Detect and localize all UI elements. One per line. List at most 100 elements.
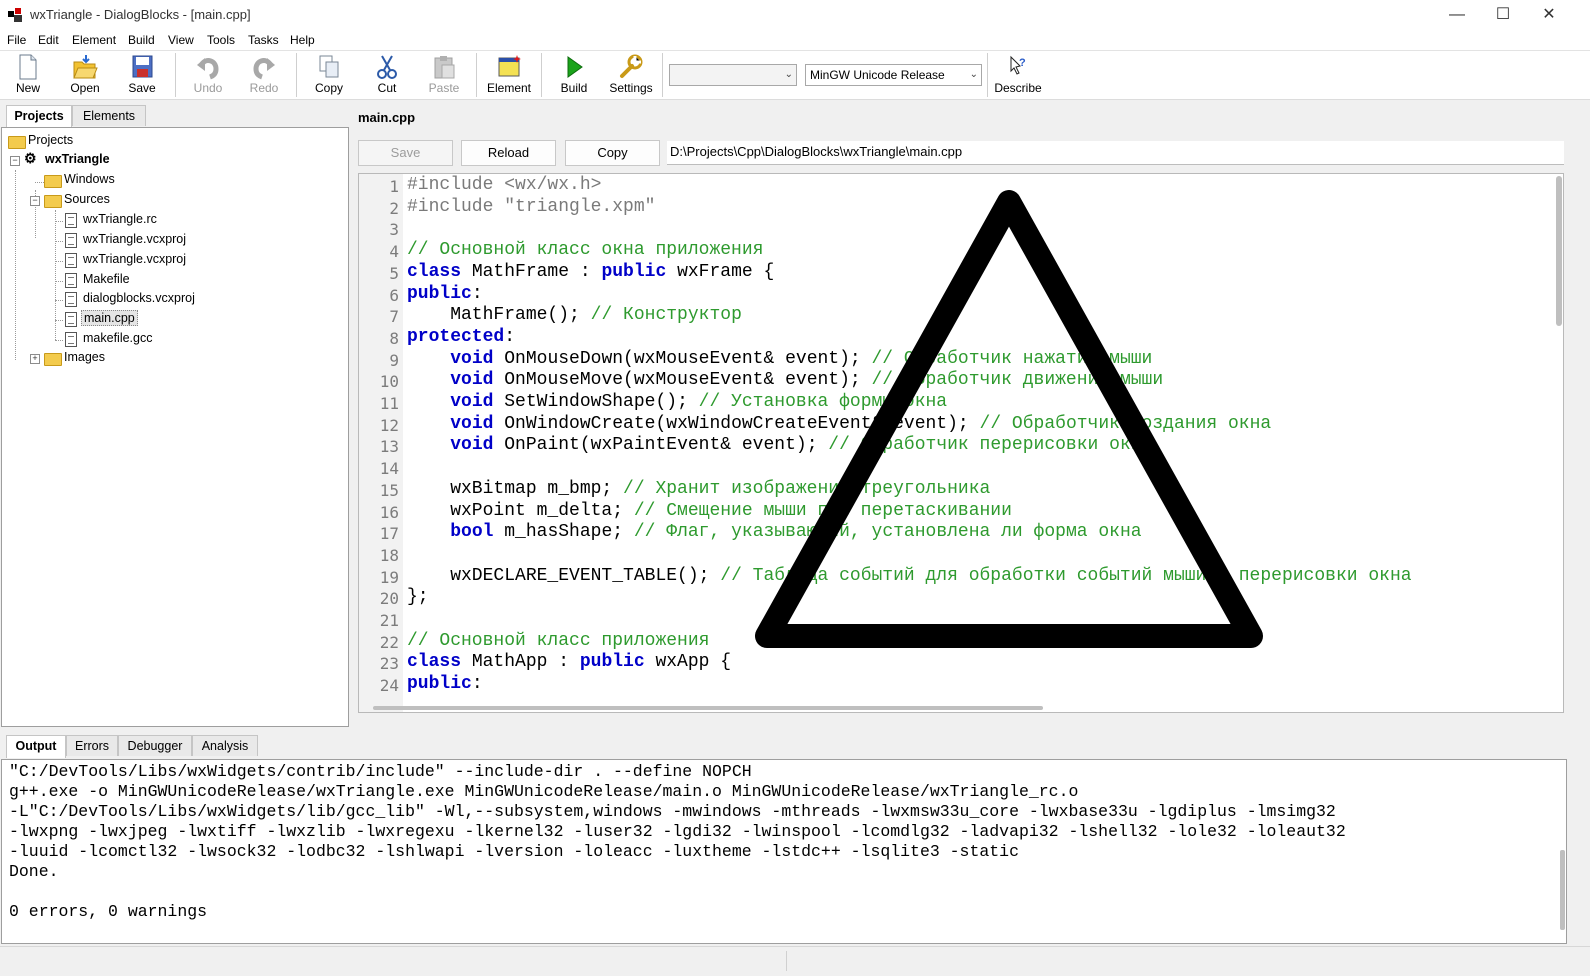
close-icon[interactable]: ✕ [1526,0,1572,30]
app-icon [8,8,22,22]
menu-element[interactable]: Element [72,33,116,47]
describe-button[interactable]: ? Describe [992,51,1044,99]
editor-save-button[interactable]: Save [358,140,453,166]
folder-icon [44,353,62,366]
vertical-scrollbar[interactable] [1560,850,1565,930]
editor-copy-button[interactable]: Copy [565,140,660,166]
scissors-icon [377,55,397,79]
menu-file[interactable]: File [7,33,26,47]
folder-icon [8,136,26,149]
tab-errors[interactable]: Errors [66,735,118,756]
tree-label: makefile.gcc [83,331,153,345]
chevron-down-icon: ⌄ [969,69,978,80]
file-path-field[interactable]: D:\Projects\Cpp\DialogBlocks\wxTriangle\… [667,141,1564,165]
file-icon [65,332,77,347]
redo-button[interactable]: Redo [242,51,286,99]
expand-icon[interactable]: + [30,354,40,364]
gear-icon: ⚙ [24,150,37,166]
paste-icon [434,56,455,79]
file-icon [65,312,77,327]
menu-tools[interactable]: Tools [207,33,235,47]
menu-view[interactable]: View [168,33,194,47]
output-line: -lwxpng -lwxjpeg -lwxtiff -lwxzlib -lwxr… [9,822,1346,841]
undo-label: Undo [193,81,223,95]
redo-icon [253,58,275,80]
output-tabstrip: Output Errors Debugger Analysis [0,735,1590,759]
paste-button[interactable]: Paste [422,51,466,99]
tree-label: wxTriangle.rc [83,212,157,226]
tab-output[interactable]: Output [6,735,66,758]
output-line: "C:/DevTools/Libs/wxWidgets/contrib/incl… [9,762,752,781]
element-label: Element [486,81,532,95]
save-disk-icon [132,55,153,78]
file-icon [65,292,77,307]
maximize-icon[interactable]: ☐ [1480,0,1526,30]
tab-elements[interactable]: Elements [72,105,146,126]
svg-text:?: ? [1019,57,1026,69]
tree-label: Windows [64,172,115,186]
tab-analysis[interactable]: Analysis [192,735,258,756]
save-button[interactable]: Save [120,51,164,99]
open-folder-icon [73,55,98,79]
save-label: Save [128,81,156,95]
wrench-icon [620,54,643,78]
new-file-icon [19,54,37,80]
tree-label: Makefile [83,272,130,286]
build-label: Build [560,81,588,95]
paste-label: Paste [428,81,460,95]
menu-help[interactable]: Help [290,33,315,47]
redo-label: Redo [249,81,279,95]
tree-label: dialogblocks.vcxproj [83,291,195,305]
project-tree: Projects − ⚙ wxTriangle Windows − Source… [1,127,349,727]
window-title: wxTriangle - DialogBlocks - [main.cpp] [30,7,251,22]
open-label: Open [70,81,100,95]
tree-label: main.cpp [81,310,138,326]
status-bar [0,946,1590,976]
open-button[interactable]: Open [63,51,107,99]
editor-reload-button[interactable]: Reload [461,140,556,166]
code-editor[interactable]: 1 2 3 4 5 6 7 8 9 10 11 12 13 14 15 16 17 18 19 20 21 22 23 24 … [358,173,1564,713]
tree-label: Sources [64,192,110,206]
undo-icon [197,58,219,80]
file-icon [65,213,77,228]
triangle-shape [755,190,1263,648]
build-play-icon [567,56,583,78]
output-line: 0 errors, 0 warnings [9,902,208,921]
cut-button[interactable]: Cut [365,51,409,99]
output-panel[interactable]: "C:/DevTools/Libs/wxWidgets/contrib/incl… [1,759,1567,944]
tree-label: wxTriangle.vcxproj [83,252,187,266]
file-icon [65,233,77,248]
tree-label: wxTriangle.vcxproj [83,232,187,246]
file-icon [65,273,77,288]
new-button[interactable]: New [6,51,50,99]
collapse-icon[interactable]: − [10,156,20,166]
build-config-combo[interactable]: MinGW Unicode Release ⌄ [805,64,982,86]
copy-button[interactable]: Copy [307,51,351,99]
tab-debugger[interactable]: Debugger [118,735,192,756]
element-window-icon [498,55,521,77]
folder-icon [44,195,62,208]
output-line: g++.exe -o MinGWUnicodeRelease/wxTriangl… [9,782,1079,801]
configuration-combo[interactable]: ⌄ [669,64,797,86]
cut-label: Cut [377,81,397,95]
collapse-icon[interactable]: − [30,196,40,206]
undo-button[interactable]: Undo [186,51,230,99]
copy-icon [319,55,339,78]
output-line: Done. [9,862,59,881]
tree-label: Images [64,350,105,364]
settings-button[interactable]: Settings [605,51,657,99]
build-button[interactable]: Build [552,51,596,99]
folder-icon [44,175,62,188]
menu-bar: File Edit Element Build View Tools Tasks… [0,30,1590,51]
minimize-icon[interactable]: — [1434,0,1480,30]
editor-file-title: main.cpp [358,110,416,125]
file-icon [65,253,77,268]
element-button[interactable]: Element [484,51,534,99]
chevron-down-icon: ⌄ [784,69,793,80]
output-line: -luuid -lcomctl32 -lwsock32 -lodbc32 -ls… [9,842,1019,861]
menu-edit[interactable]: Edit [38,33,59,47]
tab-projects[interactable]: Projects [6,105,72,128]
describe-help-icon: ? [1010,55,1026,75]
menu-tasks[interactable]: Tasks [248,33,279,47]
menu-build[interactable]: Build [128,33,155,47]
